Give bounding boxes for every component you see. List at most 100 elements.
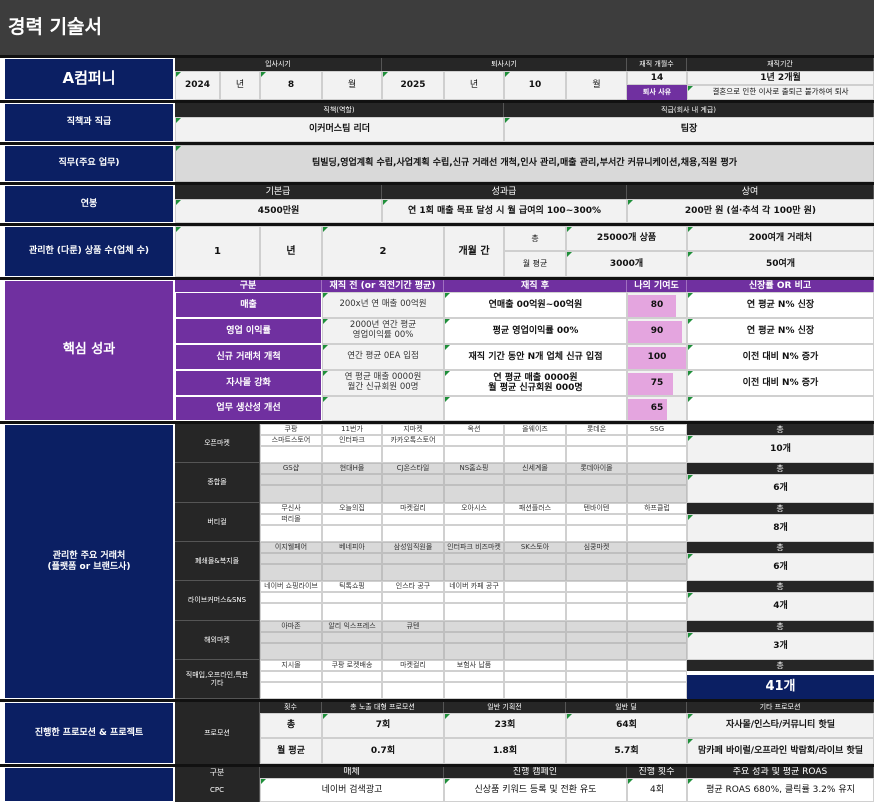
partner-name[interactable] <box>444 621 504 632</box>
partner-name[interactable] <box>566 671 627 682</box>
partner-name[interactable]: 인터파크 <box>322 435 382 446</box>
partner-empty-cell[interactable] <box>627 485 687 503</box>
partner-name[interactable] <box>566 660 627 671</box>
partner-empty-cell[interactable] <box>627 525 687 542</box>
achievement-before[interactable] <box>322 396 444 421</box>
ads-result[interactable]: 평균 ROAS 680%, 클릭률 3.2% 유지 <box>687 778 874 802</box>
promo-total-big[interactable]: 7회 <box>322 713 444 738</box>
partner-count[interactable]: 4개 <box>687 592 874 621</box>
partner-name[interactable] <box>260 592 322 603</box>
partner-name[interactable] <box>627 632 687 643</box>
partner-empty-cell[interactable] <box>504 564 566 581</box>
partner-name[interactable] <box>382 474 444 485</box>
partner-empty-cell[interactable] <box>504 603 566 621</box>
partner-name[interactable]: 올웨이즈 <box>504 424 566 435</box>
partner-name[interactable]: 인터파크 비즈마켓 <box>444 542 504 553</box>
partner-name[interactable]: 쿠팡 <box>260 424 322 435</box>
partner-empty-cell[interactable] <box>566 643 627 660</box>
partner-empty-cell[interactable] <box>504 446 566 463</box>
leave-month[interactable]: 10 <box>504 71 566 100</box>
partner-name[interactable] <box>504 671 566 682</box>
partner-name[interactable]: 옥션 <box>444 424 504 435</box>
ads-count[interactable]: 4회 <box>627 778 687 802</box>
partner-name[interactable] <box>566 621 627 632</box>
partner-empty-cell[interactable] <box>444 682 504 699</box>
role-value[interactable]: 이커머스팀 리더 <box>175 117 504 142</box>
partner-empty-cell[interactable] <box>504 525 566 542</box>
partner-name[interactable]: 네이버 카페 공구 <box>444 581 504 592</box>
partner-empty-cell[interactable] <box>382 525 444 542</box>
perf-bonus[interactable]: 연 1회 매출 목표 달성 시 월 급여의 100~300% <box>382 199 627 223</box>
products-years[interactable]: 1 <box>175 226 260 277</box>
partner-empty-cell[interactable] <box>382 682 444 699</box>
partner-empty-cell[interactable] <box>504 643 566 660</box>
partner-name[interactable] <box>504 553 566 564</box>
partner-empty-cell[interactable] <box>322 603 382 621</box>
partner-name[interactable] <box>444 553 504 564</box>
partner-name[interactable] <box>382 632 444 643</box>
partner-name[interactable] <box>566 553 627 564</box>
achievement-after[interactable] <box>444 396 627 421</box>
partner-name[interactable] <box>504 514 566 525</box>
partner-name[interactable] <box>322 671 382 682</box>
partner-name[interactable]: 떠리몰 <box>260 514 322 525</box>
achievement-after[interactable]: 연매출 00억원~00억원 <box>444 292 627 318</box>
total-products[interactable]: 25000개 상품 <box>566 226 687 251</box>
partner-name[interactable] <box>566 581 627 592</box>
achievement-after[interactable]: 평균 영업이익률 00% <box>444 318 627 344</box>
partner-empty-cell[interactable] <box>382 564 444 581</box>
partner-name[interactable]: 롯데아이몰 <box>566 463 627 474</box>
base-salary[interactable]: 4500만원 <box>175 199 382 223</box>
partner-empty-cell[interactable] <box>627 682 687 699</box>
achievement-note[interactable]: 이전 대비 N% 증가 <box>687 370 874 396</box>
partner-count[interactable]: 3개 <box>687 632 874 660</box>
partner-empty-cell[interactable] <box>627 446 687 463</box>
partner-name[interactable] <box>627 671 687 682</box>
partner-empty-cell[interactable] <box>444 485 504 503</box>
partner-name[interactable]: 롯데온 <box>566 424 627 435</box>
partner-name[interactable]: 현대H몰 <box>322 463 382 474</box>
partner-count[interactable]: 8개 <box>687 514 874 542</box>
partner-name[interactable]: 신세계몰 <box>504 463 566 474</box>
ads-campaign[interactable]: 신상품 키워드 등록 및 전환 유도 <box>444 778 627 802</box>
partner-name[interactable]: 카카오톡스토어 <box>382 435 444 446</box>
partner-name[interactable] <box>504 435 566 446</box>
partner-empty-cell[interactable] <box>566 603 627 621</box>
partner-name[interactable] <box>566 632 627 643</box>
partner-name[interactable]: 지마켓 <box>382 424 444 435</box>
partner-empty-cell[interactable] <box>260 446 322 463</box>
partner-count[interactable]: 6개 <box>687 474 874 503</box>
partner-name[interactable]: 무신사 <box>260 503 322 514</box>
partner-name[interactable] <box>382 514 444 525</box>
partner-name[interactable]: 스마트스토어 <box>260 435 322 446</box>
partner-name[interactable]: 보험사 납품 <box>444 660 504 671</box>
partner-name[interactable]: 심쿵마켓 <box>566 542 627 553</box>
partner-name[interactable] <box>566 435 627 446</box>
partner-empty-cell[interactable] <box>566 682 627 699</box>
partner-count[interactable]: 6개 <box>687 553 874 581</box>
join-year[interactable]: 2024 <box>175 71 220 100</box>
partner-empty-cell[interactable] <box>504 485 566 503</box>
partner-name[interactable]: NS홈쇼핑 <box>444 463 504 474</box>
partner-name[interactable]: 큐텐 <box>382 621 444 632</box>
partner-name[interactable] <box>504 632 566 643</box>
partner-name[interactable] <box>504 592 566 603</box>
achievement-before[interactable]: 2000년 연간 평균 영업이익률 00% <box>322 318 444 344</box>
achievement-before[interactable]: 연 평균 매출 0000원 월간 신규회원 00명 <box>322 370 444 396</box>
partner-name[interactable] <box>627 514 687 525</box>
achievement-before[interactable]: 200x년 연 매출 00억원 <box>322 292 444 318</box>
partner-empty-cell[interactable] <box>444 446 504 463</box>
partner-name[interactable] <box>444 632 504 643</box>
partner-name[interactable]: GS샵 <box>260 463 322 474</box>
partner-name[interactable] <box>627 435 687 446</box>
partner-name[interactable] <box>504 621 566 632</box>
partner-name[interactable]: 마켓컬리 <box>382 660 444 671</box>
partner-name[interactable]: SK스토아 <box>504 542 566 553</box>
partner-name[interactable] <box>260 553 322 564</box>
partner-empty-cell[interactable] <box>260 485 322 503</box>
partner-name[interactable]: 11번가 <box>322 424 382 435</box>
achievement-note[interactable]: 연 평균 N% 신장 <box>687 292 874 318</box>
partner-name[interactable] <box>627 621 687 632</box>
partner-name[interactable] <box>444 592 504 603</box>
partner-name[interactable] <box>260 474 322 485</box>
